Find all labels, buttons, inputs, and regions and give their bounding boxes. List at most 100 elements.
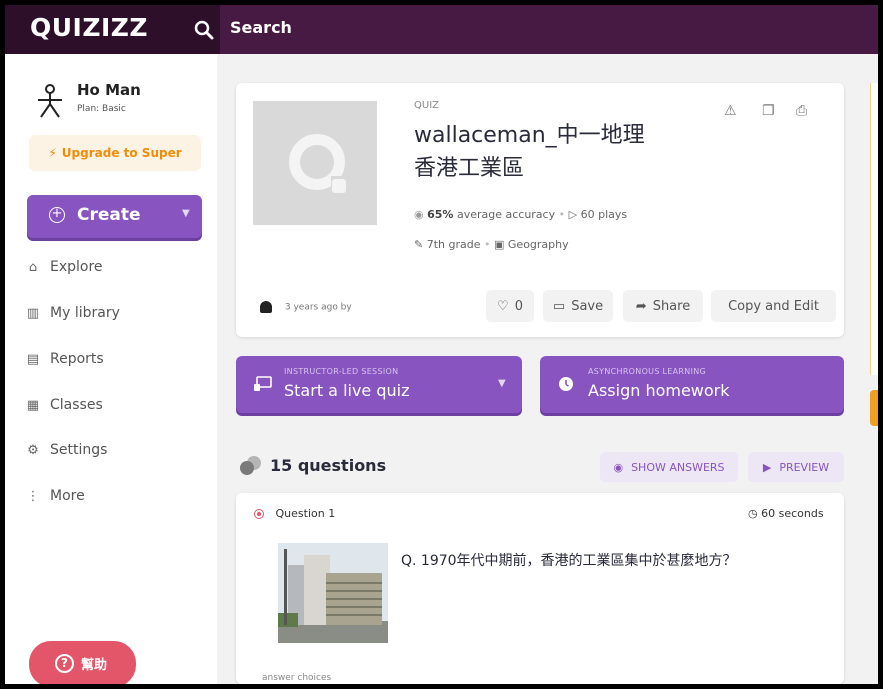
search-input[interactable]: Search bbox=[230, 18, 292, 37]
accuracy-icon: ◉ bbox=[414, 208, 424, 221]
plays-icon: ▷ bbox=[568, 208, 578, 221]
question-time-label: 60 seconds bbox=[761, 507, 824, 520]
classes-icon: ▦ bbox=[26, 398, 40, 413]
live-session-caption: INSTRUCTOR-LED SESSION bbox=[284, 367, 399, 376]
lightning-icon: ⚡ bbox=[48, 146, 57, 160]
copy-icon[interactable]: ❐ bbox=[762, 103, 775, 119]
sidebar-item-classes[interactable]: ▦ Classes bbox=[5, 391, 217, 423]
chevron-down-icon[interactable]: ▼ bbox=[498, 378, 506, 389]
help-button[interactable]: ? 幫助 bbox=[29, 641, 136, 684]
quiz-title-line2: 香港工業區 bbox=[414, 156, 525, 181]
help-label: 幫助 bbox=[81, 658, 108, 673]
sidebar-item-settings[interactable]: ⚙ Settings bbox=[5, 436, 217, 468]
quiz-stats: ◉ 65% average accuracy • ▷ 60 plays bbox=[414, 208, 627, 221]
quiz-card: QUIZ wallaceman_中一地理 香港工業區 ⚠ ❐ ⎙ ◉ 65% a… bbox=[236, 83, 844, 337]
question-text: Q. 1970年代中期前，香港的工業區集中於甚麼地方？ bbox=[401, 553, 737, 569]
copy-and-edit-button[interactable]: Copy and Edit bbox=[711, 290, 836, 322]
upgrade-button[interactable]: ⚡ Upgrade to Super bbox=[29, 135, 201, 171]
screenshot-frame: QUIZIZZ Search Ho Man Plan: Basic ⚡ Upgr… bbox=[0, 0, 883, 689]
question-card[interactable]: Question 1 ◷ 60 seconds Q. 1970年代中期前，香港的… bbox=[236, 493, 844, 684]
sidebar-item-label: More bbox=[50, 488, 85, 504]
explore-icon: ⌂ bbox=[28, 260, 38, 275]
sidebar-item-my-library[interactable]: ▥ My library bbox=[5, 299, 217, 331]
show-answers-button[interactable]: ◉ SHOW ANSWERS bbox=[600, 452, 738, 482]
accuracy-suffix: average accuracy bbox=[456, 208, 556, 221]
separator-dot: • bbox=[484, 238, 494, 251]
create-button[interactable]: + Create ▼ bbox=[27, 195, 202, 238]
presentation-icon bbox=[254, 376, 272, 391]
play-icon: ▶ bbox=[762, 460, 772, 474]
live-session-label: Start a live quiz bbox=[284, 381, 410, 400]
print-icon[interactable]: ⎙ bbox=[796, 103, 807, 119]
start-live-quiz-button[interactable]: INSTRUCTOR-LED SESSION Start a live quiz… bbox=[236, 356, 522, 413]
help-icon: ? bbox=[55, 654, 74, 673]
chevron-down-icon[interactable]: ▼ bbox=[182, 208, 190, 219]
sidebar-item-label: Settings bbox=[50, 442, 108, 458]
question-time: ◷ 60 seconds bbox=[748, 507, 824, 520]
share-button[interactable]: ➦ Share bbox=[623, 290, 703, 322]
preview-label: PREVIEW bbox=[779, 460, 830, 474]
question-number-label: Question 1 bbox=[275, 507, 336, 520]
like-count: 0 bbox=[514, 298, 523, 314]
save-button[interactable]: ▭ Save bbox=[543, 290, 613, 322]
search-icon[interactable] bbox=[193, 19, 215, 41]
share-icon: ➦ bbox=[635, 298, 647, 314]
eye-icon: ◉ bbox=[613, 460, 624, 474]
sidebar-item-label: My library bbox=[50, 305, 120, 321]
folder-icon: ▭ bbox=[552, 298, 566, 314]
logo-area: QUIZIZZ bbox=[5, 5, 220, 54]
show-answers-label: SHOW ANSWERS bbox=[631, 460, 725, 474]
avatar[interactable] bbox=[33, 84, 67, 118]
side-panel-button[interactable] bbox=[870, 390, 878, 426]
quiz-card-tools: ⚠ ❐ ⎙ bbox=[724, 103, 834, 123]
side-panel-edge bbox=[870, 83, 878, 375]
create-label: Create bbox=[77, 205, 141, 225]
answer-choices-label: answer choices bbox=[262, 673, 332, 683]
sidebar-item-more[interactable]: ⋮ More bbox=[5, 482, 217, 514]
question-count: 15 questions bbox=[270, 456, 387, 475]
user-plan: Plan: Basic bbox=[77, 104, 126, 114]
upgrade-label: Upgrade to Super bbox=[61, 146, 182, 160]
heart-icon: ♡ bbox=[497, 298, 509, 314]
quiz-author: 3 years ago by bbox=[260, 301, 352, 313]
sidebar-item-explore[interactable]: ⌂ Explore bbox=[5, 253, 217, 285]
user-name[interactable]: Ho Man bbox=[77, 81, 141, 99]
quizizz-logo[interactable]: QUIZIZZ bbox=[30, 13, 148, 42]
more-icon: ⋮ bbox=[26, 489, 40, 504]
clock-icon bbox=[559, 377, 573, 391]
quiz-title-line1: wallaceman_中一地理 bbox=[414, 123, 645, 148]
author-text: 3 years ago by bbox=[284, 302, 352, 313]
grade-icon: ✎ bbox=[414, 238, 424, 251]
report-warning-icon[interactable]: ⚠ bbox=[724, 103, 737, 119]
quiz-logo-dot bbox=[332, 179, 346, 193]
sidebar-item-label: Classes bbox=[50, 397, 103, 413]
quiz-title: wallaceman_中一地理 香港工業區 bbox=[414, 119, 694, 185]
sidebar-item-label: Reports bbox=[50, 351, 104, 367]
plays-count: 60 plays bbox=[580, 208, 628, 221]
top-bar: QUIZIZZ Search bbox=[5, 5, 878, 54]
accuracy-value: 65% bbox=[427, 208, 454, 221]
homework-caption: ASYNCHRONOUS LEARNING bbox=[588, 367, 707, 376]
homework-label: Assign homework bbox=[588, 381, 730, 400]
sidebar-item-label: Explore bbox=[50, 259, 103, 275]
assign-homework-button[interactable]: ASYNCHRONOUS LEARNING Assign homework bbox=[540, 356, 844, 413]
settings-icon: ⚙ bbox=[27, 443, 39, 458]
quiz-meta: ✎ 7th grade • ▣ Geography bbox=[414, 238, 569, 251]
user-icon bbox=[260, 301, 272, 313]
timer-icon: ◷ bbox=[748, 507, 758, 520]
sidebar-item-reports[interactable]: ▤ Reports bbox=[5, 345, 217, 377]
share-label: Share bbox=[652, 298, 691, 314]
preview-button[interactable]: ▶ PREVIEW bbox=[748, 452, 844, 482]
subject-label: Geography bbox=[507, 238, 569, 251]
like-button[interactable]: ♡ 0 bbox=[486, 290, 534, 322]
quiz-thumbnail bbox=[253, 101, 377, 225]
sidebar: Ho Man Plan: Basic ⚡ Upgrade to Super + … bbox=[5, 54, 217, 684]
quiz-type-tag: QUIZ bbox=[414, 100, 439, 111]
app-window: QUIZIZZ Search Ho Man Plan: Basic ⚡ Upgr… bbox=[5, 5, 878, 684]
separator-dot: • bbox=[558, 208, 569, 221]
copy-and-edit-label: Copy and Edit bbox=[728, 298, 819, 314]
grade-label: 7th grade bbox=[426, 238, 481, 251]
question-number: Question 1 bbox=[254, 507, 335, 520]
save-label: Save bbox=[571, 298, 604, 314]
reports-icon: ▤ bbox=[26, 352, 40, 367]
